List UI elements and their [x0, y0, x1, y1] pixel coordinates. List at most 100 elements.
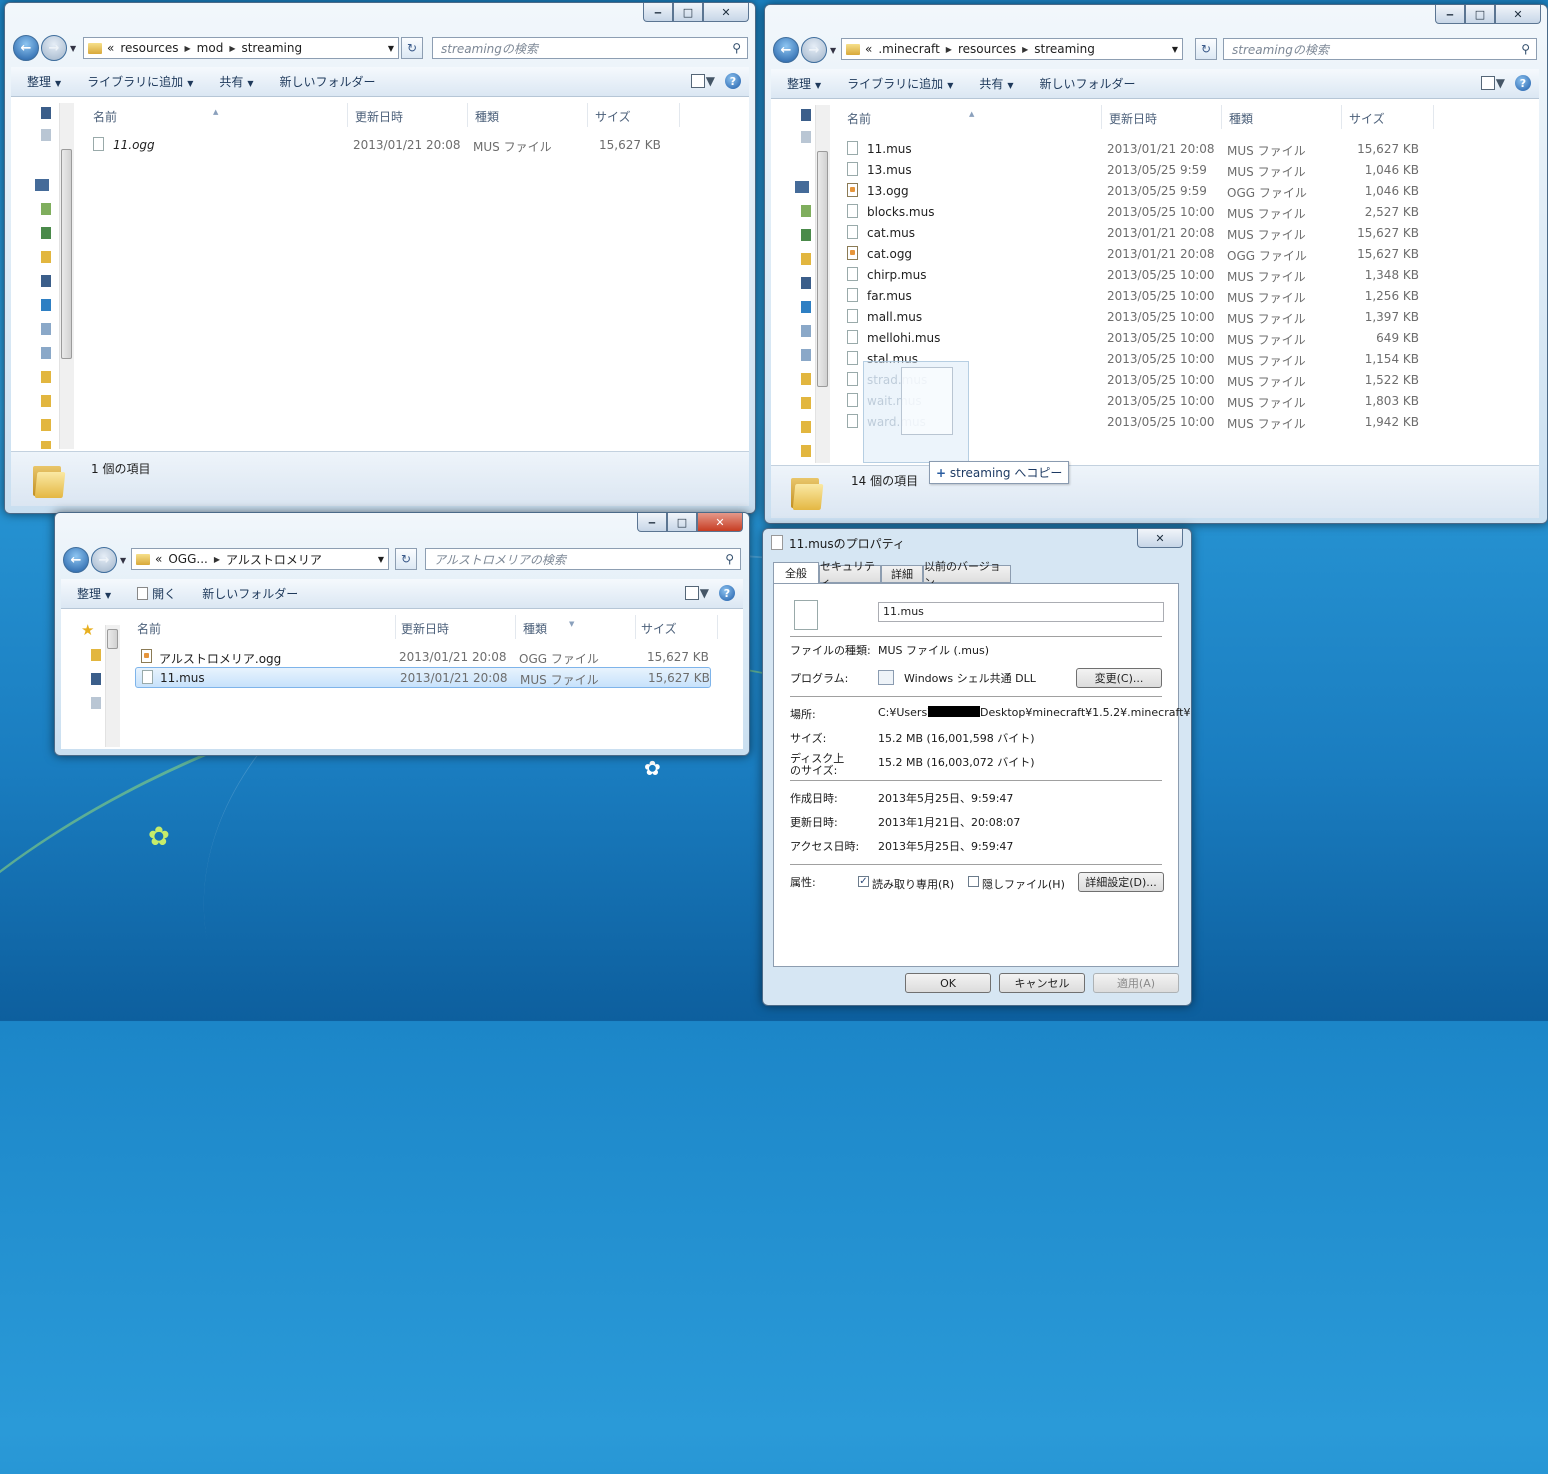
forward-button[interactable]: →	[41, 35, 67, 61]
col-type[interactable]: 種類	[523, 620, 547, 637]
nav-music-icon[interactable]	[41, 227, 51, 239]
add-to-library-button[interactable]: ライブラリに追加 ▼	[87, 73, 193, 90]
breadcrumb-ogg[interactable]: OGG...	[168, 552, 208, 566]
nav-folder-icon[interactable]	[801, 373, 811, 385]
file-row[interactable]: chirp.mus 2013/05/25 10:00 MUS ファイル 1,348 K…	[845, 265, 1445, 286]
file-row[interactable]: mellohi.mus 2013/05/25 10:00 MUS ファイル 649 K…	[845, 328, 1445, 349]
open-button[interactable]: 開く	[137, 585, 176, 602]
preview-pane-icon[interactable]	[1481, 76, 1496, 90]
address-dropdown-icon[interactable]: ▼	[1172, 45, 1178, 54]
nav-drive-icon[interactable]	[801, 325, 811, 337]
organize-button[interactable]: 整理 ▼	[27, 73, 61, 90]
address-prefix[interactable]: «	[107, 41, 114, 55]
nav-drive-icon[interactable]	[801, 349, 811, 361]
nav-computer-icon[interactable]	[41, 275, 51, 287]
readonly-label[interactable]: 読み取り専用(R)	[872, 876, 954, 892]
nav-recent-icon[interactable]	[41, 129, 51, 141]
apply-button[interactable]: 適用(A)	[1093, 973, 1179, 993]
breadcrumb-resources[interactable]: resources	[958, 42, 1016, 56]
breadcrumb-mod[interactable]: mod	[197, 41, 224, 55]
address-prefix[interactable]: «	[865, 42, 872, 56]
col-type[interactable]: 種類	[475, 108, 499, 125]
navigation-scrollbar[interactable]	[815, 105, 830, 463]
col-name[interactable]: 名前	[137, 620, 161, 637]
readonly-checkbox[interactable]: ✓	[858, 876, 869, 887]
address-bar[interactable]: « OGG... ▶ アルストロメリア ▼	[131, 548, 389, 570]
col-size[interactable]: サイズ	[1349, 110, 1385, 127]
col-name[interactable]: 名前	[847, 110, 871, 127]
close-button[interactable]: ✕	[703, 3, 749, 22]
navigation-scrollbar[interactable]	[105, 625, 120, 747]
file-row-selected[interactable]: 11.mus 2013/01/21 20:08 MUS ファイル 15,627 …	[135, 667, 711, 688]
address-dropdown-icon[interactable]: ▼	[388, 44, 394, 53]
favorites-star-icon[interactable]: ★	[81, 621, 94, 639]
help-icon[interactable]: ?	[725, 73, 741, 89]
recent-pages-dropdown[interactable]: ▼	[70, 44, 76, 53]
new-folder-button[interactable]: 新しいフォルダー	[280, 73, 376, 90]
filename-field[interactable]: 11.mus	[878, 602, 1164, 622]
minimize-button[interactable]: ‒	[637, 513, 667, 532]
breadcrumb-streaming[interactable]: streaming	[1034, 42, 1095, 56]
breadcrumb-minecraft[interactable]: .minecraft	[878, 42, 939, 56]
col-date[interactable]: 更新日時	[1109, 110, 1157, 127]
recent-pages-dropdown[interactable]: ▼	[120, 556, 126, 565]
search-input[interactable]: streamingの検索 ⚲	[1223, 38, 1537, 60]
back-button[interactable]: ←	[63, 547, 89, 573]
address-prefix[interactable]: «	[155, 552, 162, 566]
breadcrumb-alstroemeria[interactable]: アルストロメリア	[226, 551, 322, 568]
nav-network-icon[interactable]	[801, 301, 811, 313]
close-button[interactable]: ✕	[1137, 529, 1183, 548]
tab-general[interactable]: 全般	[773, 562, 819, 583]
change-button[interactable]: 変更(C)...	[1076, 668, 1162, 688]
tab-details[interactable]: 詳細	[881, 565, 923, 583]
advanced-button[interactable]: 詳細設定(D)...	[1078, 872, 1164, 892]
breadcrumb-streaming[interactable]: streaming	[241, 41, 302, 55]
refresh-button[interactable]: ↻	[395, 548, 417, 570]
col-size[interactable]: サイズ	[641, 620, 677, 637]
preview-pane-icon[interactable]	[691, 74, 706, 88]
nav-music-icon[interactable]	[801, 229, 811, 241]
search-input[interactable]: streamingの検索 ⚲	[432, 37, 748, 59]
minimize-button[interactable]: ‒	[1435, 5, 1465, 24]
file-row[interactable]: 13.ogg 2013/05/25 9:59 OGG ファイル 1,046 KB	[845, 181, 1445, 202]
nav-desktop-icon[interactable]	[91, 673, 101, 685]
col-date[interactable]: 更新日時	[355, 108, 403, 125]
nav-pictures-icon[interactable]	[801, 205, 811, 217]
organize-button[interactable]: 整理 ▼	[787, 75, 821, 92]
nav-recent-icon[interactable]	[91, 697, 101, 709]
address-bar[interactable]: « .minecraft ▶ resources ▶ streaming ▼	[841, 38, 1183, 60]
add-to-library-button[interactable]: ライブラリに追加 ▼	[847, 75, 953, 92]
new-folder-button[interactable]: 新しいフォルダー	[1040, 75, 1136, 92]
file-row[interactable]: 13.mus 2013/05/25 9:59 MUS ファイル 1,046 KB	[845, 160, 1445, 181]
nav-drive-icon[interactable]	[41, 323, 51, 335]
col-date[interactable]: 更新日時	[401, 620, 449, 637]
maximize-button[interactable]: □	[667, 513, 697, 532]
nav-libraries-icon[interactable]	[35, 179, 49, 191]
nav-network-icon[interactable]	[41, 299, 51, 311]
file-row[interactable]: cat.mus 2013/01/21 20:08 MUS ファイル 15,627 KB	[845, 223, 1445, 244]
maximize-button[interactable]: □	[1465, 5, 1495, 24]
new-folder-button[interactable]: 新しいフォルダー	[202, 585, 298, 602]
ok-button[interactable]: OK	[905, 973, 991, 993]
search-input[interactable]: アルストロメリアの検索 ⚲	[425, 548, 741, 570]
nav-desktop-icon[interactable]	[801, 109, 811, 121]
share-button[interactable]: 共有 ▼	[219, 73, 253, 90]
file-row[interactable]: アルストロメリア.ogg 2013/01/21 20:08 OGG ファイル 1…	[135, 647, 711, 668]
file-row[interactable]: 11.ogg 2013/01/21 20:08 MUS ファイル 15,627 …	[91, 135, 691, 156]
nav-folder-icon[interactable]	[41, 419, 51, 431]
col-type[interactable]: 種類	[1229, 110, 1253, 127]
refresh-button[interactable]: ↻	[401, 37, 423, 59]
hidden-label[interactable]: 隠しファイル(H)	[982, 876, 1065, 892]
nav-folder-icon[interactable]	[801, 445, 811, 457]
hidden-checkbox[interactable]	[968, 876, 979, 887]
nav-folder-icon[interactable]	[41, 371, 51, 383]
close-button[interactable]: ✕	[1495, 5, 1541, 24]
tab-security[interactable]: セキュリティ	[819, 560, 881, 589]
address-bar[interactable]: « resources ▶ mod ▶ streaming ▼	[83, 37, 399, 59]
help-icon[interactable]: ?	[1515, 75, 1531, 91]
nav-drive-icon[interactable]	[41, 347, 51, 359]
minimize-button[interactable]: ‒	[643, 3, 673, 22]
organize-button[interactable]: 整理 ▼	[77, 585, 111, 602]
nav-folder-icon[interactable]	[41, 251, 51, 263]
navigation-scrollbar[interactable]	[59, 103, 74, 449]
